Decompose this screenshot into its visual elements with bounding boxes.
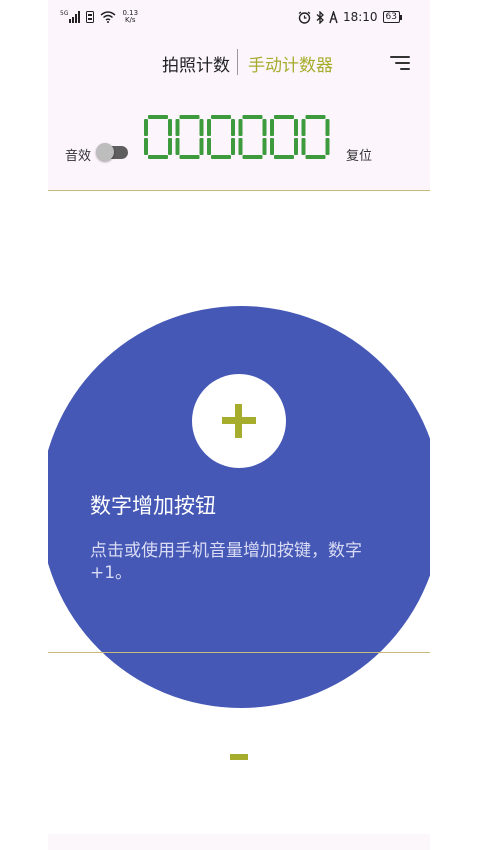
counter-digit [301,115,330,159]
counter-digit [207,115,235,159]
digit-segment [211,115,231,119]
counter-digit [270,115,298,159]
plus-button[interactable] [192,374,286,468]
minus-icon [230,754,248,760]
header: 5G 0.13 K/s 18:10 63 拍照计数 手动计数器 音效 复位 [48,0,430,191]
digit-segment [270,138,274,155]
digit-segment [199,138,204,155]
wifi-icon [100,11,116,23]
net-speed: 0.13 K/s [122,10,138,24]
digit-segment [231,138,235,155]
counter-display [144,115,330,159]
digit-segment [301,138,306,155]
tab-manual-counter[interactable]: 手动计数器 [248,51,333,76]
digit-segment [305,155,326,159]
digit-segment [301,119,306,136]
plus-icon-vertical [235,404,242,438]
net-speed-unit: K/s [124,16,136,24]
sim-icon [86,11,95,23]
digit-segment [305,115,326,119]
digit-segment [168,138,172,155]
clock-time: 18:10 [342,10,378,24]
alarm-icon [298,11,311,24]
counter-digit [144,115,172,159]
signal-icon [69,11,81,23]
app-screen: 5G 0.13 K/s 18:10 63 拍照计数 手动计数器 音效 复位 数字… [48,0,430,850]
increment-title: 数字增加按钮 [90,494,216,518]
bottom-divider [48,652,430,653]
network-indicator: 5G [60,10,81,23]
toggle-knob [96,143,114,161]
reset-button[interactable]: 复位 [346,145,372,164]
status-right: 18:10 63 [298,10,403,24]
digit-segment [262,138,267,155]
sound-label: 音效 [65,149,92,164]
digit-segment [207,138,211,155]
menu-icon[interactable] [390,55,410,71]
status-left: 5G 0.13 K/s [60,10,138,24]
digit-segment [238,119,243,136]
bluetooth-icon [316,10,324,24]
tab-bar: 拍照计数 手动计数器 [48,46,430,78]
digit-segment [168,119,172,136]
digit-segment [294,138,298,155]
digit-segment [207,119,211,136]
bottom-strip [48,834,430,850]
digit-segment [238,138,243,155]
vibrate-icon [329,10,338,23]
digit-segment [325,119,330,136]
digit-segment [175,138,180,155]
tab-divider [237,49,238,75]
minus-button[interactable] [214,730,264,780]
counter-digit [238,115,267,159]
digit-segment [211,155,231,159]
increment-description: 点击或使用手机音量增加按键，数字 +1。 [90,541,362,583]
digit-segment [325,138,330,155]
digit-segment [144,138,148,155]
digit-segment [242,115,263,119]
digit-segment [148,115,168,119]
digit-segment [270,119,274,136]
digit-segment [179,115,200,119]
digit-segment [274,115,294,119]
digit-segment [294,119,298,136]
digit-segment [144,119,148,136]
digit-segment [262,119,267,136]
battery-indicator: 63 [382,11,403,23]
status-bar: 5G 0.13 K/s 18:10 63 [48,0,430,36]
digit-segment [179,155,200,159]
digit-segment [199,119,204,136]
network-type: 5G [60,10,69,17]
digit-segment [175,119,180,136]
digit-segment [242,155,263,159]
counter-digit [175,115,204,159]
digit-segment [231,119,235,136]
sound-toggle[interactable] [96,143,128,161]
digit-segment [148,155,168,159]
tab-photo-count[interactable]: 拍照计数 [162,51,230,76]
digit-segment [274,155,294,159]
